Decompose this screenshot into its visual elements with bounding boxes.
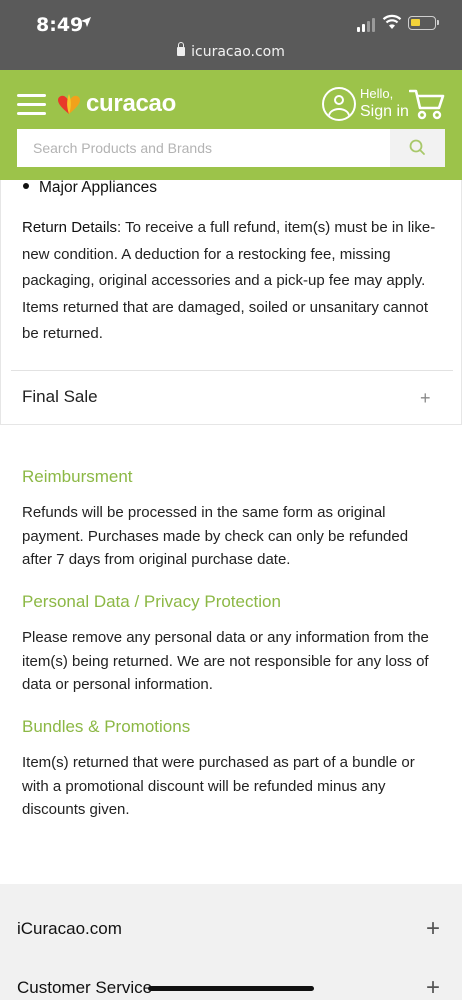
reimbursement-heading: Reimbursment xyxy=(22,467,133,486)
return-details: Return Details: To receive a full refund… xyxy=(22,215,442,348)
return-details-text: : To receive a full refund, item(s) must… xyxy=(22,219,436,343)
return-policy-card: Major Appliances Return Details: To rece… xyxy=(0,179,462,425)
location-arrow-icon xyxy=(80,15,92,31)
final-sale-label: Final Sale xyxy=(22,387,98,406)
hello-text: Hello, xyxy=(360,86,394,101)
cellular-signal-icon xyxy=(357,16,377,32)
final-sale-accordion[interactable]: Final Sale + xyxy=(11,370,453,425)
reimbursement-text: Refunds will be processed in the same fo… xyxy=(22,504,409,568)
return-details-label: Return Details xyxy=(22,219,118,236)
menu-icon[interactable] xyxy=(17,94,46,116)
search-button[interactable] xyxy=(390,129,445,167)
cart-icon[interactable] xyxy=(408,88,445,125)
site-header: curacao Hello, Sign in xyxy=(0,70,462,180)
sign-in-text: Sign in xyxy=(360,103,409,120)
expand-plus-icon[interactable]: + xyxy=(420,388,431,409)
privacy-text: Please remove any personal data or any i… xyxy=(22,629,429,693)
url-text: icuracao.com xyxy=(191,44,285,60)
search-icon xyxy=(409,139,425,155)
wifi-icon xyxy=(382,14,402,35)
status-bar: 8:49 icuracao.com xyxy=(0,0,462,70)
bundles-text: Item(s) returned that were purchased as … xyxy=(22,754,415,818)
home-indicator[interactable] xyxy=(148,986,314,991)
footer-item-icuracao[interactable]: iCuracao.com xyxy=(17,919,122,939)
status-time: 8:49 xyxy=(36,14,84,36)
sign-in-link[interactable]: Hello, Sign in xyxy=(360,86,409,121)
site-footer: iCuracao.com + Customer Service + xyxy=(0,884,462,1000)
expand-plus-icon[interactable]: + xyxy=(426,917,440,941)
list-item: Major Appliances xyxy=(23,179,157,197)
url-bar[interactable]: icuracao.com xyxy=(0,42,462,60)
brand-name: curacao xyxy=(86,90,176,117)
account-icon[interactable] xyxy=(322,87,356,121)
search-input[interactable] xyxy=(17,129,390,167)
battery-icon xyxy=(408,16,439,30)
lock-icon xyxy=(177,42,186,56)
bundles-heading: Bundles & Promotions xyxy=(22,717,191,736)
brand-logo[interactable]: curacao xyxy=(56,88,176,120)
logo-flower-icon xyxy=(56,93,82,115)
footer-item-customer-service[interactable]: Customer Service xyxy=(17,978,152,998)
privacy-heading: Personal Data / Privacy Protection xyxy=(22,592,281,611)
expand-plus-icon[interactable]: + xyxy=(426,976,440,1000)
